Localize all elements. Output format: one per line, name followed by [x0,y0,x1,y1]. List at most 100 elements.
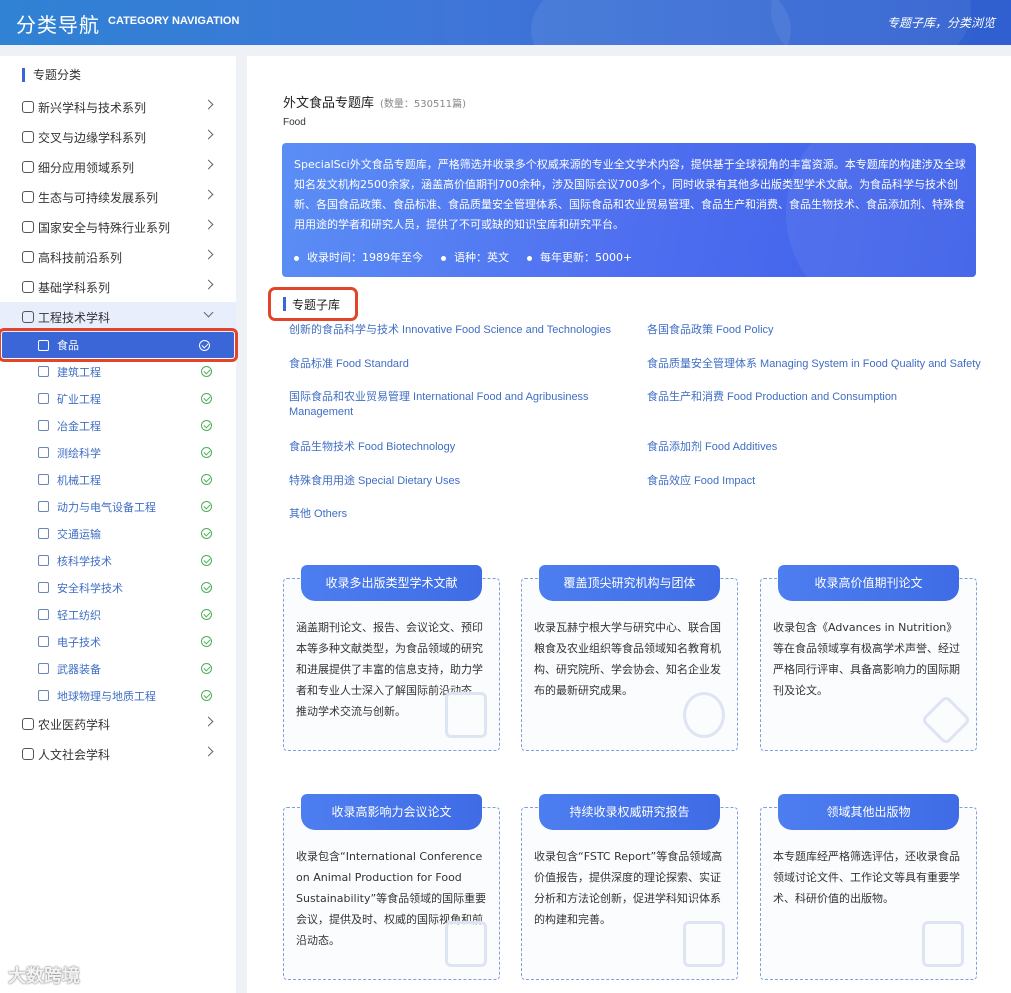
sidebar-subitem[interactable]: 轻工纺织 [0,601,236,628]
book-icon [922,921,964,967]
sub-db-link[interactable]: 特殊食用用途 Special Dietary Uses [289,474,619,489]
textile-icon [38,609,49,620]
sub-db-link[interactable]: 国际食品和农业贸易管理 International Food and Agrib… [289,390,589,420]
sidebar-subitem[interactable]: 核科学技术 [0,547,236,574]
chevron-right-icon [203,746,214,757]
check-circle-icon [201,609,212,620]
sidebar-subitem[interactable]: 机械工程 [0,466,236,493]
tank-icon [38,663,49,674]
main-content: 外文食品专题库 (数量：530511篇) Food SpecialSci外文食品专… [247,56,1011,993]
sub-db-link[interactable]: 各国食品政策 Food Policy [647,323,987,338]
header-tagline: 专题子库，分类浏览 [886,16,995,30]
plug-icon [38,501,49,512]
sidebar-category[interactable]: 农业医药学科 [0,709,236,739]
watermark-logo: 大数跨境 [8,966,80,987]
sidebar-subitem[interactable]: 交通运输 [0,520,236,547]
check-circle-icon [201,393,212,404]
sidebar-subitem[interactable]: 安全科学技术 [0,574,236,601]
card-body: 收录包含“FSTC Report”等食品领域高价值报告，提供深度的理论探索、实证… [534,850,723,926]
sub-db-link[interactable]: 其他 Others [289,507,619,522]
sidebar-category[interactable]: 生态与可持续发展系列 [0,182,236,212]
check-circle-icon [201,582,212,593]
sub-db-link[interactable]: 食品生产和消费 Food Production and Consumption [647,390,987,405]
chevron-right-icon [203,159,214,170]
mine-icon [38,393,49,404]
banner-description: SpecialSci外文食品专题库，严格筛选并收录多个权威来源的专业全文学术内容… [294,158,966,231]
sidebar-category-label: 生态与可持续发展系列 [38,190,159,205]
sidebar-subitem[interactable]: 冶金工程 [0,412,236,439]
card-body: 收录包含《Advances in Nutrition》等在食品领域享有极高学术声… [773,621,960,697]
sub-db-link[interactable]: 食品效应 Food Impact [647,474,987,489]
sidebar-subitem[interactable]: 地球物理与地质工程 [0,682,236,709]
sidebar-category[interactable]: 人文社会学科 [0,739,236,769]
heading-bar [283,297,286,311]
card-title: 收录高影响力会议论文 [301,794,482,830]
feature-card: 领域其他出版物 本专题库经严格筛选评估，还收录食品领域讨论文件、工作论文等具有重… [760,794,977,980]
sub-db-heading: 专题子库 [268,287,358,321]
shield-icon [22,221,34,233]
card-title: 持续收录权威研究报告 [539,794,720,830]
sidebar-category-label: 细分应用领域系列 [38,160,135,175]
sidebar-category-label: 高科技前沿系列 [38,250,123,265]
sidebar-subitem-label: 地球物理与地质工程 [57,689,156,703]
sidebar-category-label: 基础学科系列 [38,280,111,295]
sidebar-subitem[interactable]: 动力与电气设备工程 [0,493,236,520]
sidebar-category-label: 工程技术学科 [38,310,111,325]
chevron-right-icon [203,249,214,260]
sidebar-category-label: 农业医药学科 [38,717,111,732]
feature-card: 持续收录权威研究报告 收录包含“FSTC Report”等食品领域高价值报告，提… [521,794,738,980]
check-circle-icon [201,474,212,485]
sidebar-category[interactable]: 细分应用领域系列 [0,152,236,182]
check-circle-icon [201,555,212,566]
atom-icon [38,555,49,566]
anvil-icon [38,420,49,431]
sub-db-link[interactable]: 食品生物技术 Food Biotechnology [289,440,619,455]
cube-icon [22,311,34,323]
chevron-right-icon [203,279,214,290]
sidebar-subitem[interactable]: 武器装备 [0,655,236,682]
sidebar-category[interactable]: 基础学科系列 [0,272,236,302]
page-subtitle: Food [283,117,306,128]
sidebar-subitem[interactable]: 食品 [0,328,238,362]
page-header: 分类导航 CATEGORY NAVIGATION 专题子库，分类浏览 [0,0,1011,45]
check-circle-icon [201,690,212,701]
globe-icon [22,191,34,203]
survey-icon [38,447,49,458]
sidebar-category[interactable]: 新兴学科与技术系列 [0,92,236,122]
grid-icon [22,101,34,113]
sidebar-subitem-label: 轻工纺织 [57,608,101,622]
feature-card: 收录高价值期刊论文 收录包含《Advances in Nutrition》等在食… [760,565,977,751]
apps-icon [22,161,34,173]
presentation-icon [445,921,487,967]
card-body: 收录瓦赫宁根大学与研究中心、联合国粮食及农业组织等食品领域知名教育机构、研究院所… [534,621,721,697]
sub-db-link[interactable]: 食品添加剂 Food Additives [647,440,987,455]
sidebar-subitem[interactable]: 矿业工程 [0,385,236,412]
sidebar-subitem-label: 电子技术 [57,635,101,649]
leaf-icon [22,718,34,730]
report-icon [683,921,725,967]
sidebar-category[interactable]: 交叉与边缘学科系列 [0,122,236,152]
sidebar-subitem[interactable]: 建筑工程 [0,358,236,385]
meta-update: 每年更新：5000+ [527,249,632,265]
sidebar-list: 新兴学科与技术系列 交叉与边缘学科系列细分应用领域系列生态与可持续发展系列国家安全… [0,92,238,769]
sidebar-subitem[interactable]: 电子技术 [0,628,236,655]
header-decoration [531,0,791,45]
meta-language: 语种：英文 [441,249,509,265]
chevron-right-icon [203,189,214,200]
sidebar-subitem[interactable]: 测绘科学 [0,439,236,466]
sub-db-link[interactable]: 食品标准 Food Standard [289,357,619,372]
sidebar-category[interactable]: 高科技前沿系列 [0,242,236,272]
check-circle-icon [201,636,212,647]
earth-icon [38,690,49,701]
sidebar-subitem-label: 安全科学技术 [57,581,123,595]
sub-db-link[interactable]: 食品质量安全管理体系 Managing System in Food Quali… [647,357,987,372]
chevron-right-icon [203,129,214,140]
card-title: 覆盖顶尖研究机构与团体 [539,565,720,601]
sub-db-link[interactable]: 创新的食品科学与技术 Innovative Food Science and T… [289,323,619,338]
sidebar-subitem-label: 冶金工程 [57,419,101,433]
sidebar-category[interactable]: 国家安全与特殊行业系列 [0,212,236,242]
document-icon [445,692,487,738]
check-circle-icon [201,366,212,377]
record-count: (数量：530511篇) [380,99,466,110]
sidebar-category[interactable]: 工程技术学科 [0,302,236,332]
